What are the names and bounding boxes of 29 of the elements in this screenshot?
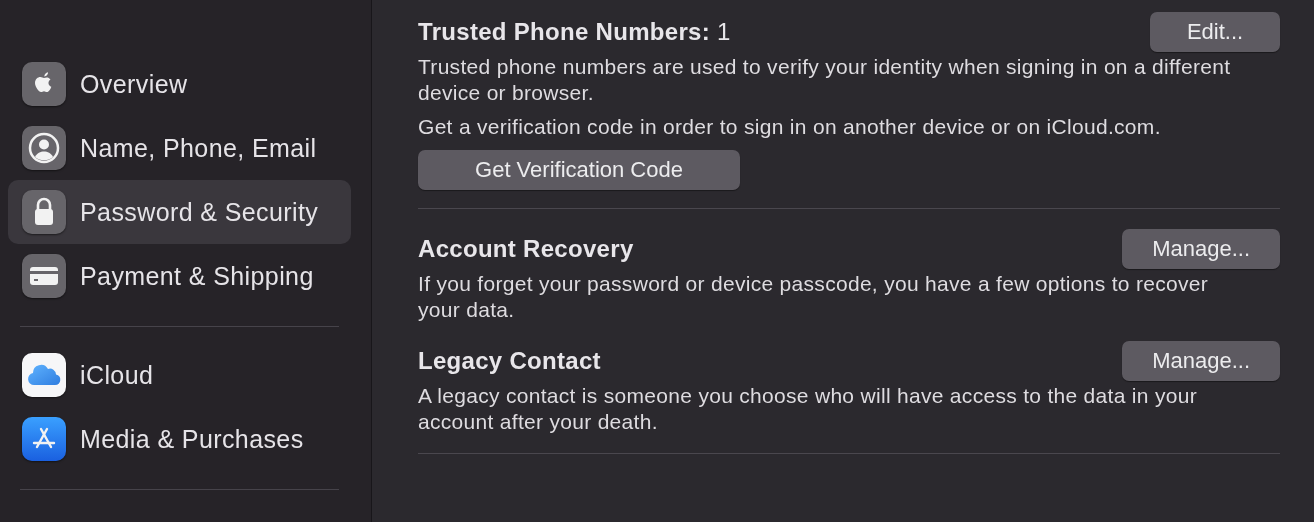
apple-icon	[22, 62, 66, 106]
verification-code-button[interactable]: Get Verification Code	[418, 150, 740, 190]
sidebar-item-label: Payment & Shipping	[80, 261, 314, 291]
sidebar-item-label: iCloud	[80, 360, 154, 390]
section-button[interactable]: Manage...	[1122, 229, 1280, 269]
section-title: Legacy Contact	[418, 347, 601, 375]
cloud-icon	[22, 353, 66, 397]
person-icon	[22, 126, 66, 170]
section-button[interactable]: Edit...	[1150, 12, 1280, 52]
lock-icon	[22, 190, 66, 234]
sidebar-item[interactable]: Payment & Shipping	[8, 244, 351, 308]
description-text: Trusted phone numbers are used to verify your identity when signing in on a different device or browser.	[418, 54, 1232, 106]
sidebar-item[interactable]: iCloud	[8, 343, 351, 407]
sidebar-item[interactable]: Password & Security	[8, 180, 351, 244]
sidebar-item[interactable]: Media & Purchases	[8, 407, 351, 471]
sidebar-item[interactable]: Name, Phone, Email	[8, 116, 351, 180]
app-store-icon	[22, 417, 66, 461]
sidebar-item-label: Name, Phone, Email	[80, 133, 317, 163]
section-button[interactable]: Manage...	[1122, 341, 1280, 381]
sidebar-item-label: Overview	[80, 69, 188, 99]
description-text: Get a verification code in order to sign in on another device or on iCloud.com.	[418, 114, 1162, 140]
sidebar-item-label: Password & Security	[80, 197, 319, 227]
credit-card-icon	[22, 254, 66, 298]
section-title: Trusted Phone Numbers: 1	[418, 18, 731, 46]
sidebar-item-label: Media & Purchases	[80, 424, 304, 454]
description-text: If you forget your password or device passcode, you have a few options to recover your data.	[418, 271, 1210, 323]
section-title: Account Recovery	[418, 235, 634, 263]
sidebar-item[interactable]: Overview	[8, 52, 351, 116]
description-text: A legacy contact is someone you choose who will have access to the data in your account after your death.	[418, 383, 1198, 435]
